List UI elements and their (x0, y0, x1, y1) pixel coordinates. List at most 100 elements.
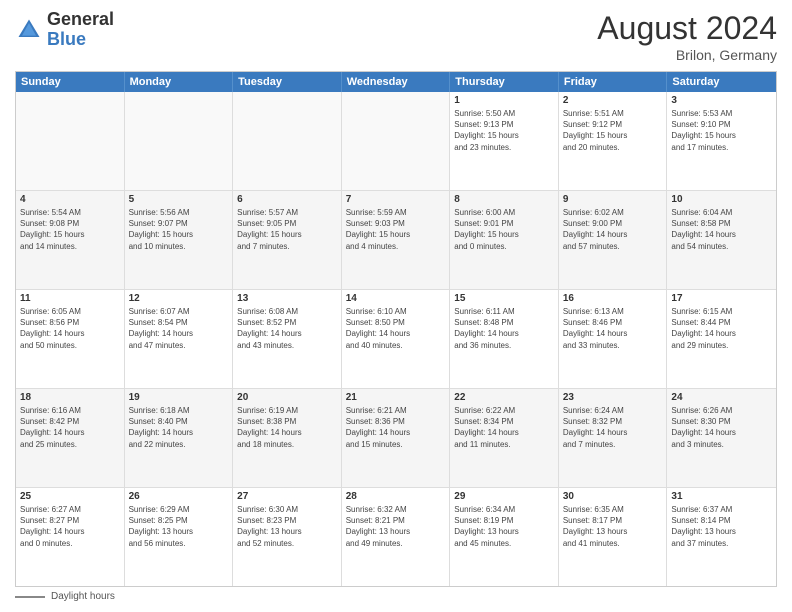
table-row: 31Sunrise: 6:37 AM Sunset: 8:14 PM Dayli… (667, 488, 776, 586)
header-wednesday: Wednesday (342, 72, 451, 92)
day-number: 19 (129, 392, 229, 403)
logo-blue-text: Blue (47, 29, 86, 49)
table-row: 12Sunrise: 6:07 AM Sunset: 8:54 PM Dayli… (125, 290, 234, 388)
day-info: Sunrise: 6:35 AM Sunset: 8:17 PM Dayligh… (563, 504, 663, 549)
day-number: 14 (346, 293, 446, 304)
table-row: 2Sunrise: 5:51 AM Sunset: 9:12 PM Daylig… (559, 92, 668, 190)
week-row-3: 11 Sunrise: 6:05 AM Sunset: 8:56 PM Dayli… (16, 290, 776, 389)
logo: General Blue (15, 10, 114, 50)
day-number: 6 (237, 194, 337, 205)
day-info: Sunrise: 6:32 AM Sunset: 8:21 PM Dayligh… (346, 504, 446, 549)
day-number: 27 (237, 491, 337, 502)
day-number: 4 (20, 194, 120, 205)
table-row: 21Sunrise: 6:21 AM Sunset: 8:36 PM Dayli… (342, 389, 451, 487)
day-number: 12 (129, 293, 229, 304)
table-row: 22Sunrise: 6:22 AM Sunset: 8:34 PM Dayli… (450, 389, 559, 487)
table-row: 11 Sunrise: 6:05 AM Sunset: 8:56 PM Dayli… (16, 290, 125, 388)
day-number: 18 (20, 392, 120, 403)
day-number: 28 (346, 491, 446, 502)
day-info: Sunrise: 6:24 AM Sunset: 8:32 PM Dayligh… (563, 405, 663, 450)
table-row: 8 Sunrise: 6:00 AM Sunset: 9:01 PM Daylig… (450, 191, 559, 289)
day-info: Sunrise: 6:34 AM Sunset: 8:19 PM Dayligh… (454, 504, 554, 549)
day-number: 31 (671, 491, 772, 502)
day-number: 16 (563, 293, 663, 304)
day-info: Sunrise: 6:21 AM Sunset: 8:36 PM Dayligh… (346, 405, 446, 450)
table-row: 25 Sunrise: 6:27 AM Sunset: 8:27 PM Dayli… (16, 488, 125, 586)
table-row: 14Sunrise: 6:10 AM Sunset: 8:50 PM Dayli… (342, 290, 451, 388)
day-info: Sunrise: 6:11 AM Sunset: 8:48 PM Dayligh… (454, 306, 554, 351)
day-info: Sunrise: 6:27 AM Sunset: 8:27 PM Dayligh… (20, 504, 120, 549)
day-info: Sunrise: 6:30 AM Sunset: 8:23 PM Dayligh… (237, 504, 337, 549)
table-row: 3Sunrise: 5:53 AM Sunset: 9:10 PM Daylig… (667, 92, 776, 190)
footer-line (15, 596, 45, 598)
day-info: Sunrise: 6:15 AM Sunset: 8:44 PM Dayligh… (671, 306, 772, 351)
header-monday: Monday (125, 72, 234, 92)
title-block: August 2024 Brilon, Germany (597, 10, 777, 63)
day-number: 29 (454, 491, 554, 502)
table-row (342, 92, 451, 190)
day-info: Sunrise: 5:59 AM Sunset: 9:03 PM Dayligh… (346, 207, 446, 252)
table-row (233, 92, 342, 190)
header-sunday: Sunday (16, 72, 125, 92)
table-row: 17 Sunrise: 6:15 AM Sunset: 8:44 PM Dayli… (667, 290, 776, 388)
table-row: 18 Sunrise: 6:16 AM Sunset: 8:42 PM Dayli… (16, 389, 125, 487)
day-number: 17 (671, 293, 772, 304)
day-info: Sunrise: 5:56 AM Sunset: 9:07 PM Dayligh… (129, 207, 229, 252)
week-row-1: 1Sunrise: 5:50 AM Sunset: 9:13 PM Daylig… (16, 92, 776, 191)
day-number: 26 (129, 491, 229, 502)
logo-icon (15, 16, 43, 44)
table-row: 30 Sunrise: 6:35 AM Sunset: 8:17 PM Dayli… (559, 488, 668, 586)
day-info: Sunrise: 5:57 AM Sunset: 9:05 PM Dayligh… (237, 207, 337, 252)
day-number: 22 (454, 392, 554, 403)
table-row: 16 Sunrise: 6:13 AM Sunset: 8:46 PM Dayli… (559, 290, 668, 388)
day-info: Sunrise: 6:16 AM Sunset: 8:42 PM Dayligh… (20, 405, 120, 450)
week-row-5: 25 Sunrise: 6:27 AM Sunset: 8:27 PM Dayli… (16, 488, 776, 586)
day-info: Sunrise: 6:08 AM Sunset: 8:52 PM Dayligh… (237, 306, 337, 351)
calendar-header: Sunday Monday Tuesday Wednesday Thursday… (16, 72, 776, 92)
day-number: 9 (563, 194, 663, 205)
day-number: 30 (563, 491, 663, 502)
header-saturday: Saturday (667, 72, 776, 92)
day-info: Sunrise: 6:29 AM Sunset: 8:25 PM Dayligh… (129, 504, 229, 549)
header-tuesday: Tuesday (233, 72, 342, 92)
day-number: 11 (20, 293, 120, 304)
footer: Daylight hours (15, 591, 777, 602)
day-number: 3 (671, 95, 772, 106)
day-number: 10 (671, 194, 772, 205)
month-year: August 2024 (597, 10, 777, 47)
day-number: 1 (454, 95, 554, 106)
table-row: 10 Sunrise: 6:04 AM Sunset: 8:58 PM Dayli… (667, 191, 776, 289)
day-number: 7 (346, 194, 446, 205)
table-row: 27 Sunrise: 6:30 AM Sunset: 8:23 PM Dayli… (233, 488, 342, 586)
day-number: 23 (563, 392, 663, 403)
day-info: Sunrise: 6:00 AM Sunset: 9:01 PM Dayligh… (454, 207, 554, 252)
day-info: Sunrise: 6:13 AM Sunset: 8:46 PM Dayligh… (563, 306, 663, 351)
page: General Blue August 2024 Brilon, Germany… (0, 0, 792, 612)
day-info: Sunrise: 5:51 AM Sunset: 9:12 PM Dayligh… (563, 108, 663, 153)
week-row-4: 18 Sunrise: 6:16 AM Sunset: 8:42 PM Dayli… (16, 389, 776, 488)
table-row: 7 Sunrise: 5:59 AM Sunset: 9:03 PM Daylig… (342, 191, 451, 289)
table-row (16, 92, 125, 190)
table-row: 4Sunrise: 5:54 AM Sunset: 9:08 PM Daylig… (16, 191, 125, 289)
day-info: Sunrise: 6:05 AM Sunset: 8:56 PM Dayligh… (20, 306, 120, 351)
day-number: 15 (454, 293, 554, 304)
header-friday: Friday (559, 72, 668, 92)
table-row: 9Sunrise: 6:02 AM Sunset: 9:00 PM Daylig… (559, 191, 668, 289)
day-number: 25 (20, 491, 120, 502)
day-info: Sunrise: 6:04 AM Sunset: 8:58 PM Dayligh… (671, 207, 772, 252)
logo-general-text: General (47, 9, 114, 29)
table-row: 28 Sunrise: 6:32 AM Sunset: 8:21 PM Dayli… (342, 488, 451, 586)
daylight-label: Daylight hours (51, 591, 115, 602)
day-number: 8 (454, 194, 554, 205)
table-row: 24Sunrise: 6:26 AM Sunset: 8:30 PM Dayli… (667, 389, 776, 487)
day-info: Sunrise: 6:19 AM Sunset: 8:38 PM Dayligh… (237, 405, 337, 450)
table-row: 19Sunrise: 6:18 AM Sunset: 8:40 PM Dayli… (125, 389, 234, 487)
day-info: Sunrise: 6:26 AM Sunset: 8:30 PM Dayligh… (671, 405, 772, 450)
day-number: 20 (237, 392, 337, 403)
table-row: 26 Sunrise: 6:29 AM Sunset: 8:25 PM Dayli… (125, 488, 234, 586)
day-number: 5 (129, 194, 229, 205)
table-row: 20 Sunrise: 6:19 AM Sunset: 8:38 PM Dayli… (233, 389, 342, 487)
calendar: Sunday Monday Tuesday Wednesday Thursday… (15, 71, 777, 587)
table-row: 23 Sunrise: 6:24 AM Sunset: 8:32 PM Dayli… (559, 389, 668, 487)
table-row (125, 92, 234, 190)
